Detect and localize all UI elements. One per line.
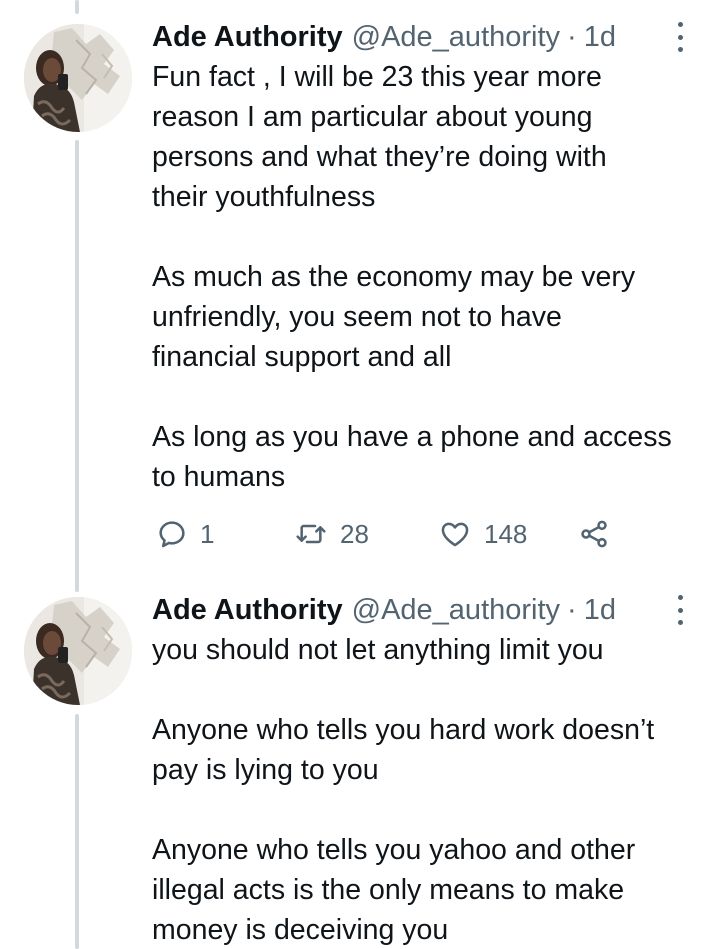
tweet-header: Ade Authority @Ade_authority · 1d [152,590,616,630]
text-line: reason I am particular about young [152,101,593,133]
reply-icon [159,521,185,548]
heart-icon [441,522,469,547]
text-line: unfriendly, you seem not to have [152,301,562,333]
tweet-paragraph: As long as you have a phone and access t… [152,417,712,497]
tweet-paragraph: Anyone who tells you hard work doesn’t p… [152,710,712,790]
text-line: their youthfulness [152,181,376,213]
tweet-text: Fun fact , I will be 23 this year more r… [152,57,712,497]
like-button[interactable]: 148 [438,512,527,556]
thread-connector [75,714,79,949]
tweet-actions: 1 28 148 [152,512,632,556]
tweet-time[interactable]: 1d [584,594,616,627]
text-line: money is deceiving you [152,914,449,946]
text-line: persons and what they’re doing with [152,141,607,173]
share-icon [581,520,607,548]
thread-view: Ade Authority @Ade_authority · 1d Fun fa… [0,0,720,949]
reply-button[interactable]: 1 [156,512,214,556]
reply-count: 1 [200,518,215,549]
tweet-text: you should not let anything limit you An… [152,630,712,949]
tweet-header: Ade Authority @Ade_authority · 1d [152,17,616,57]
more-dot [677,22,683,27]
author-name[interactable]: Ade Authority [152,594,343,627]
share-button[interactable] [578,512,610,556]
avatar-photo [24,597,132,705]
text-line: Anyone who tells you hard work doesn’t [152,714,655,746]
more-options-icon[interactable] [668,595,692,625]
separator-dot: · [567,593,577,626]
avatar[interactable] [24,597,132,705]
more-dot [677,47,683,52]
tweet-paragraph: Anyone who tells you yahoo and other ill… [152,830,712,949]
like-count: 148 [484,518,528,549]
author-name[interactable]: Ade Authority [152,21,343,54]
text-line: As much as the economy may be very [152,261,636,293]
text-line: Fun fact , I will be 23 this year more [152,61,602,93]
avatar-photo [24,24,132,132]
more-dot [677,34,683,40]
more-dot [677,620,683,625]
text-line: As long as you have a phone and access [152,421,672,453]
retweet-button[interactable]: 28 [294,512,369,556]
more-dot [677,595,683,600]
author-handle[interactable]: @Ade_authority [352,594,560,627]
thread-connector [75,0,79,14]
tweet-paragraph: you should not let anything limit you [152,630,712,670]
text-line: financial support and all [152,341,452,373]
text-line: you should not let anything limit you [152,634,604,666]
text-line: illegal acts is the only means to make [152,874,625,906]
separator-dot: · [567,20,577,53]
text-line: pay is lying to you [152,754,379,786]
more-options-icon[interactable] [668,22,692,52]
tweet-paragraph: Fun fact , I will be 23 this year more r… [152,57,712,217]
retweet-count: 28 [340,518,369,549]
avatar[interactable] [24,24,132,132]
thread-connector [75,140,79,592]
tweet-time[interactable]: 1d [584,21,616,54]
retweet-icon [296,524,326,544]
more-dot [677,607,683,613]
tweet-paragraph: As much as the economy may be very unfri… [152,257,712,377]
text-line: to humans [152,461,286,493]
author-handle[interactable]: @Ade_authority [352,21,560,54]
text-line: Anyone who tells you yahoo and other [152,834,636,866]
